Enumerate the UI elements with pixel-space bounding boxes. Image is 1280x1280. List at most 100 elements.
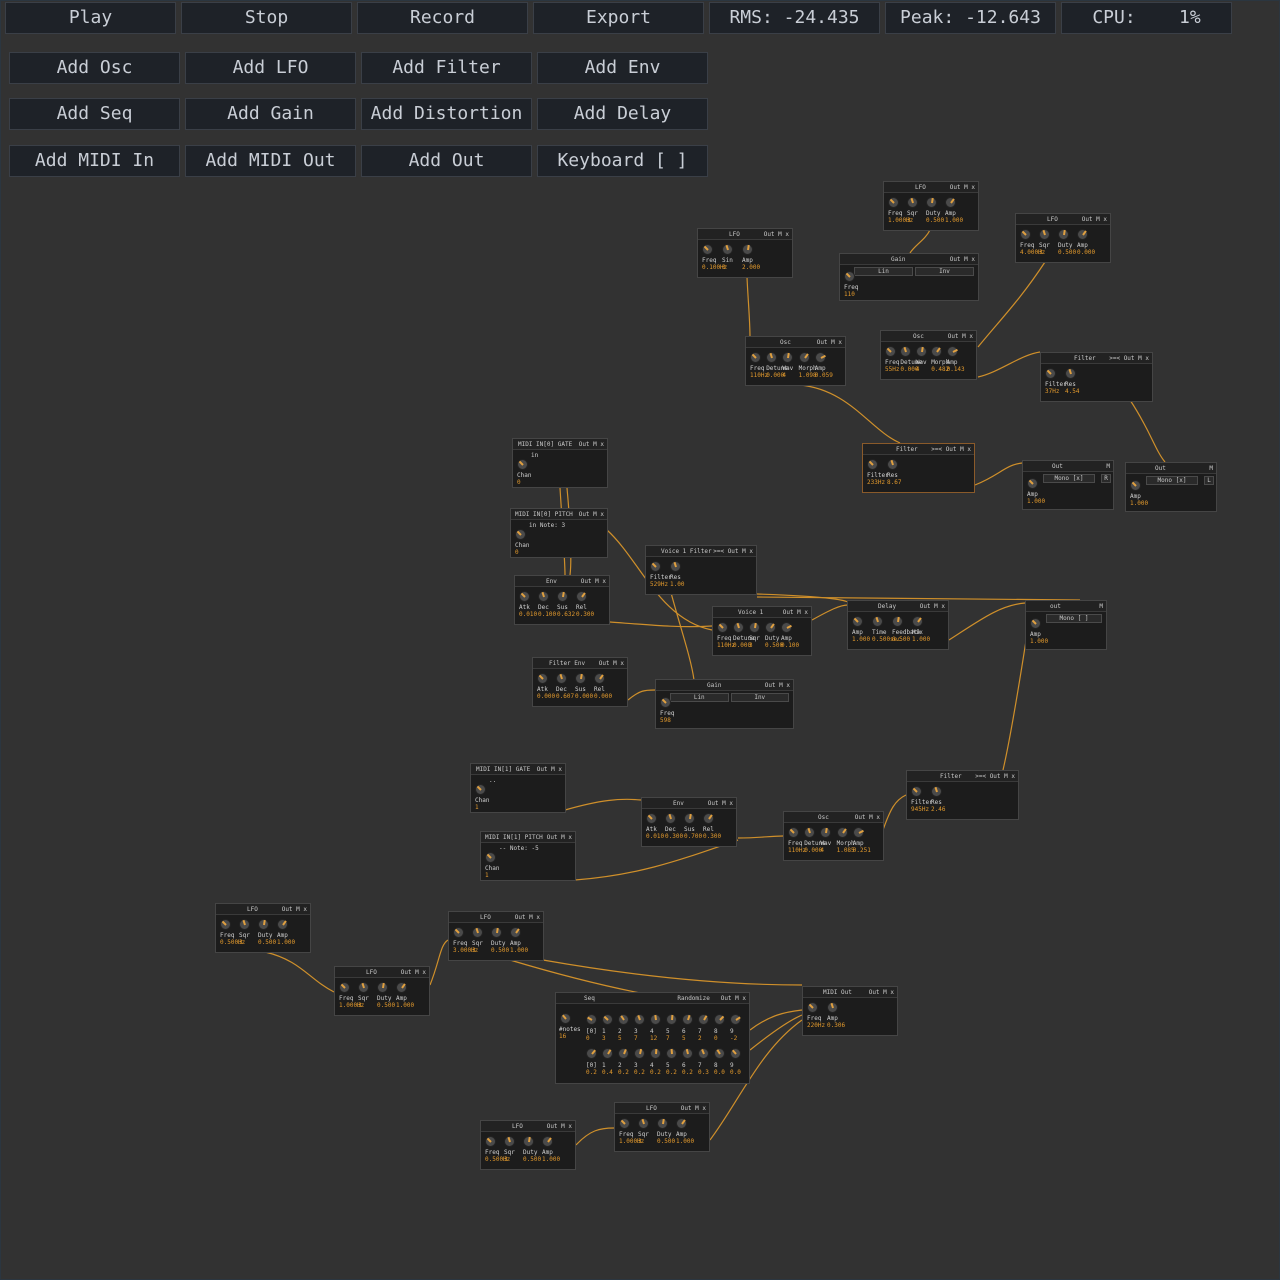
knob-control[interactable] — [1077, 229, 1088, 240]
synth-module[interactable]: Filter >=< Out M x Filter 37Hz Res 4.54 — [1040, 352, 1153, 402]
knob-control[interactable] — [665, 813, 676, 824]
synth-module[interactable]: Gain Out M x Lin Inv Freq 598 — [655, 679, 794, 729]
knob-control[interactable] — [946, 346, 958, 357]
mode-toggle[interactable]: Lin — [854, 267, 913, 276]
module-controls[interactable]: Out M x — [537, 766, 562, 773]
module-controls[interactable]: Out M x — [1082, 216, 1107, 223]
knob-control[interactable] — [915, 346, 927, 357]
knob-control[interactable] — [517, 459, 528, 470]
module-header[interactable]: Gain Out M x — [656, 680, 793, 691]
knob-control[interactable] — [852, 827, 864, 838]
synth-module[interactable]: LFO Out M x Freq 0.100Hz Sin 0 Amp 2.000 — [697, 228, 793, 278]
synth-module[interactable]: MIDI IN[0] GATE Out M x in Chan 0 — [512, 438, 608, 488]
module-header[interactable]: Osc Out M x — [881, 331, 976, 342]
module-header[interactable]: Voice 1 Filter >=< Out M x — [646, 546, 756, 557]
knob-control[interactable] — [907, 197, 918, 208]
module-header[interactable]: LFO Out M x — [884, 182, 978, 193]
module-header[interactable]: Filter >=< Out M x — [863, 444, 974, 455]
knob-control[interactable] — [852, 616, 863, 627]
knob-control[interactable] — [781, 622, 792, 633]
mode-toggle[interactable]: L — [1204, 476, 1214, 485]
knob-control[interactable] — [931, 786, 942, 797]
module-header[interactable]: Seq Randomize Out M x — [556, 993, 749, 1004]
knob-control[interactable] — [733, 622, 744, 633]
knob-control[interactable] — [510, 927, 521, 938]
module-controls[interactable]: Out M x — [681, 1105, 706, 1112]
knob-control[interactable] — [676, 1118, 687, 1129]
mode-toggle[interactable]: Lin — [670, 693, 729, 702]
module-controls[interactable]: Out M x — [547, 834, 572, 841]
module-header[interactable]: LFO Out M x — [216, 904, 310, 915]
mode-toggle[interactable]: Mono [x] — [1146, 476, 1198, 485]
knob-control[interactable] — [892, 616, 903, 627]
synth-module[interactable]: Delay Out M x Amp 1.000 Time 0.500sec Feedback… — [847, 600, 949, 650]
knob-control[interactable] — [560, 1013, 571, 1024]
synth-module[interactable]: Osc Out M x Freq 55Hz Detune 0.000 Wav 4 Morph 0.… — [880, 330, 977, 380]
knob-control[interactable] — [491, 927, 502, 938]
mode-toggle[interactable]: Inv — [730, 693, 789, 702]
knob-control[interactable] — [586, 1014, 597, 1025]
knob-control[interactable] — [722, 244, 733, 255]
knob-control[interactable] — [475, 784, 486, 795]
module-header[interactable]: LFO Out M x — [615, 1103, 709, 1114]
module-header[interactable]: LFO Out M x — [481, 1121, 575, 1132]
module-controls[interactable]: Out M x — [547, 1123, 572, 1130]
knob-control[interactable] — [515, 529, 526, 540]
module-header[interactable]: out M — [1026, 601, 1106, 612]
knob-control[interactable] — [1065, 368, 1076, 379]
knob-control[interactable] — [798, 352, 810, 363]
mode-toggle[interactable]: R — [1101, 474, 1111, 483]
synth-module[interactable]: MIDI IN[0] PITCH Out M x in Note: 3 Chan 0 — [510, 508, 608, 558]
module-controls[interactable]: Out M x — [783, 609, 808, 616]
knob-control[interactable] — [519, 591, 530, 602]
knob-control[interactable] — [638, 1118, 649, 1129]
knob-control[interactable] — [714, 1014, 725, 1025]
knob-control[interactable] — [1058, 229, 1069, 240]
knob-control[interactable] — [730, 1048, 741, 1059]
knob-control[interactable] — [926, 197, 937, 208]
knob-control[interactable] — [1027, 478, 1038, 489]
module-controls[interactable]: >=< Out M x — [1109, 355, 1149, 362]
module-controls[interactable]: >=< Out M x — [931, 446, 971, 453]
knob-control[interactable] — [703, 813, 714, 824]
knob-control[interactable] — [239, 919, 250, 930]
module-controls[interactable]: Out M x — [920, 603, 945, 610]
module-header[interactable]: Env Out M x — [642, 798, 736, 809]
knob-control[interactable] — [1020, 229, 1031, 240]
module-header[interactable]: Out M — [1126, 463, 1216, 474]
knob-control[interactable] — [670, 561, 681, 572]
knob-control[interactable] — [542, 1136, 553, 1147]
knob-control[interactable] — [504, 1136, 515, 1147]
module-header[interactable]: MIDI Out Out M x — [803, 987, 897, 998]
module-header[interactable]: Osc Out M x — [784, 812, 883, 823]
knob-control[interactable] — [945, 197, 956, 208]
module-header[interactable]: MIDI IN[0] GATE Out M x — [513, 439, 607, 450]
synth-module[interactable]: out M Mono [ ] Amp 1.000 — [1025, 600, 1107, 650]
module-header[interactable]: LFO Out M x — [335, 967, 429, 978]
knob-control[interactable] — [576, 591, 587, 602]
knob-control[interactable] — [650, 1048, 661, 1059]
knob-control[interactable] — [339, 982, 350, 993]
module-controls[interactable]: Out M x — [599, 660, 624, 667]
knob-control[interactable] — [618, 1014, 629, 1025]
module-header[interactable]: LFO Out M x — [698, 229, 792, 240]
knob-control[interactable] — [523, 1136, 534, 1147]
knob-control[interactable] — [867, 459, 878, 470]
synth-module[interactable]: LFO Out M x Freq 1.000Hz Sqr 3 Duty 0.500 Amp 1.0… — [883, 181, 979, 231]
module-header[interactable]: Gain Out M x — [840, 254, 978, 265]
knob-control[interactable] — [258, 919, 269, 930]
knob-control[interactable] — [557, 591, 568, 602]
knob-control[interactable] — [277, 919, 288, 930]
synth-module[interactable]: Out M Mono [x] L Amp 1.000 — [1125, 462, 1217, 512]
knob-control[interactable] — [765, 622, 776, 633]
knob-control[interactable] — [666, 1014, 677, 1025]
module-controls[interactable]: Out M x — [869, 989, 894, 996]
module-header[interactable]: LFO Out M x — [449, 912, 543, 923]
mode-toggle[interactable]: Inv — [915, 267, 974, 276]
module-controls[interactable]: >=< Out M x — [975, 773, 1015, 780]
module-controls[interactable]: Out M x — [282, 906, 307, 913]
knob-control[interactable] — [730, 1014, 741, 1025]
knob-control[interactable] — [485, 852, 496, 863]
knob-control[interactable] — [1130, 480, 1141, 491]
knob-control[interactable] — [650, 561, 661, 572]
